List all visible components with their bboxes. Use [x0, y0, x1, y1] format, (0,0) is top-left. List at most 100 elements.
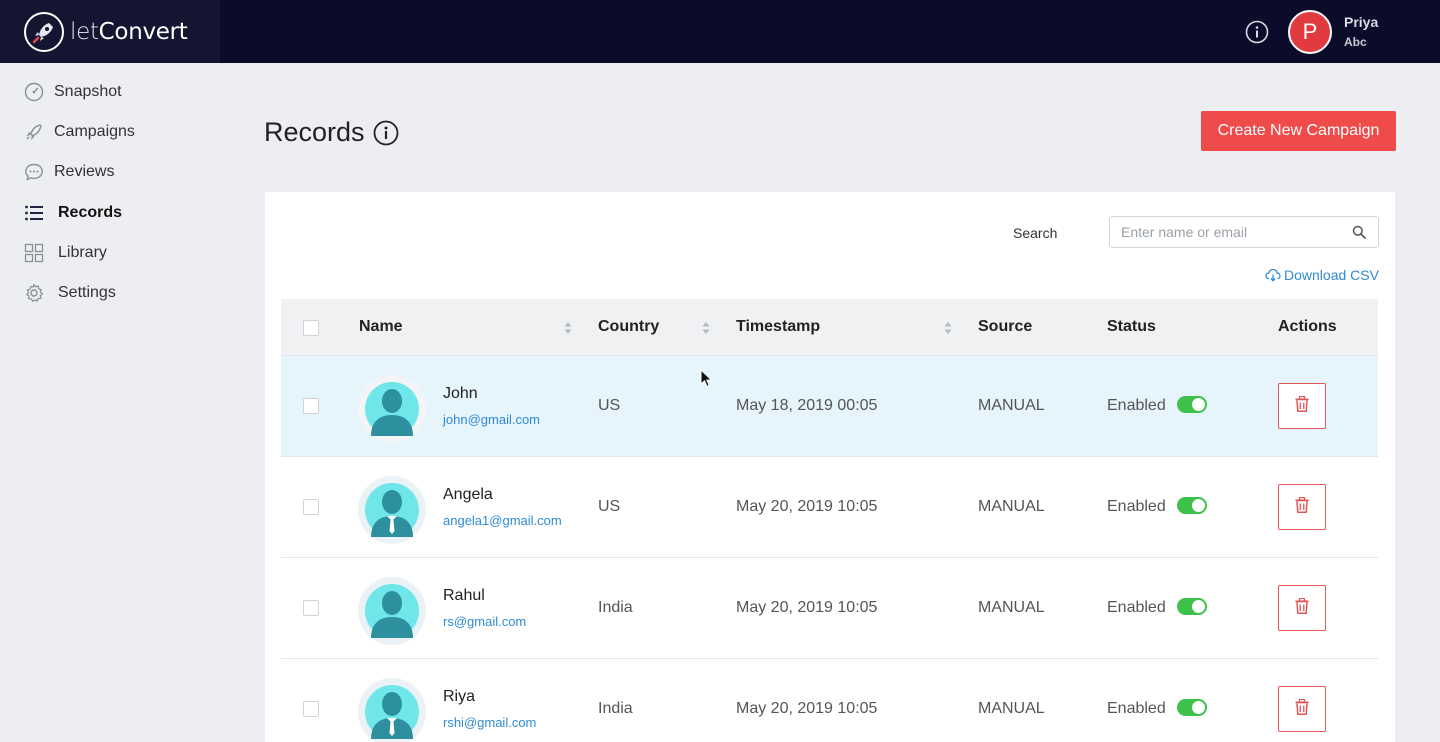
download-csv-link[interactable]: Download CSV [1265, 267, 1379, 283]
trash-icon [1295, 698, 1309, 720]
chat-bubble-icon [24, 162, 44, 182]
record-source: MANUAL [978, 599, 1045, 616]
info-icon[interactable] [373, 120, 399, 146]
delete-button[interactable] [1278, 686, 1326, 732]
record-email[interactable]: john@gmail.com [443, 412, 540, 427]
record-name: Angela [443, 486, 493, 503]
user-initial: P [1302, 19, 1318, 44]
record-name: Rahul [443, 587, 485, 604]
sidebar-item-label: Campaigns [54, 123, 135, 140]
toggle-knob [1192, 701, 1205, 714]
sidebar-item-snapshot[interactable]: Snapshot [24, 80, 122, 104]
row-checkbox[interactable] [303, 600, 319, 616]
sidebar-item-records[interactable]: Records [24, 201, 122, 225]
row-checkbox[interactable] [303, 701, 319, 717]
record-country: India [598, 599, 633, 616]
trash-icon [1295, 597, 1309, 619]
gauge-icon [24, 82, 44, 102]
record-timestamp: May 20, 2019 10:05 [736, 599, 878, 616]
record-status: Enabled [1107, 599, 1166, 616]
record-country: US [598, 498, 621, 515]
logo[interactable]: letConvert [0, 0, 220, 63]
record-timestamp: May 20, 2019 10:05 [736, 498, 878, 515]
delete-button[interactable] [1278, 484, 1326, 530]
sort-icon[interactable] [564, 321, 572, 335]
status-toggle[interactable] [1177, 598, 1207, 615]
delete-button[interactable] [1278, 585, 1326, 631]
cloud-download-icon [1265, 268, 1281, 282]
sidebar-item-label: Records [58, 204, 123, 221]
record-timestamp: May 18, 2019 00:05 [736, 397, 878, 414]
mouse-cursor-icon [700, 368, 714, 389]
table-row[interactable]: Angela angela1@gmail.com US May 20, 2019… [281, 457, 1378, 558]
table-row[interactable]: Riya rshi@gmail.com India May 20, 2019 1… [281, 659, 1378, 742]
page-title: Records [264, 117, 399, 148]
sidebar-item-reviews[interactable]: Reviews [24, 160, 114, 184]
list-icon [24, 203, 44, 223]
search-input[interactable] [1121, 217, 1351, 247]
user-name[interactable]: Priya [1344, 14, 1378, 30]
record-country: India [598, 700, 633, 717]
trash-icon [1295, 395, 1309, 417]
rocket-logo-icon [24, 11, 64, 52]
sidebar-item-label: Library [58, 244, 107, 261]
column-header-source: Source [978, 318, 1033, 335]
person-avatar [357, 576, 427, 646]
row-checkbox[interactable] [303, 398, 319, 414]
record-status: Enabled [1107, 397, 1166, 414]
page-title-text: Records [264, 117, 365, 147]
record-status: Enabled [1107, 498, 1166, 515]
column-header-timestamp[interactable]: Timestamp [736, 318, 820, 336]
rocket-icon [24, 122, 44, 142]
record-source: MANUAL [978, 700, 1045, 717]
search-box [1109, 216, 1379, 248]
record-email[interactable]: rs@gmail.com [443, 614, 526, 629]
record-email[interactable]: angela1@gmail.com [443, 513, 562, 528]
person-tie-avatar [357, 475, 427, 545]
table-header: Name Country Timestamp Source Status Act… [281, 299, 1378, 356]
create-new-campaign-button[interactable]: Create New Campaign [1201, 111, 1396, 151]
logo-text-bold: Convert [98, 18, 188, 45]
table-row[interactable]: John john@gmail.com US May 18, 2019 00:0… [281, 356, 1378, 457]
trash-icon [1295, 496, 1309, 518]
record-name: John [443, 385, 478, 402]
record-country: US [598, 397, 621, 414]
select-all-checkbox[interactable] [303, 320, 319, 336]
sort-icon[interactable] [944, 321, 952, 335]
search-icon[interactable] [1352, 225, 1366, 239]
logo-text-light: let [70, 18, 99, 45]
person-avatar [357, 374, 427, 444]
column-header-actions: Actions [1278, 318, 1337, 335]
top-bar: letConvert P Priya Abc [0, 0, 1440, 63]
sidebar-item-label: Reviews [54, 163, 115, 180]
record-timestamp: May 20, 2019 10:05 [736, 700, 878, 717]
info-icon[interactable] [1245, 20, 1269, 44]
delete-button[interactable] [1278, 383, 1326, 429]
column-header-country[interactable]: Country [598, 318, 659, 336]
row-checkbox[interactable] [303, 499, 319, 515]
status-toggle[interactable] [1177, 497, 1207, 514]
sidebar-item-settings[interactable]: Settings [24, 281, 116, 305]
sidebar-item-campaigns[interactable]: Campaigns [24, 120, 135, 144]
grid-icon [24, 243, 44, 263]
sort-icon[interactable] [702, 321, 710, 335]
gear-icon [24, 283, 44, 303]
record-name: Riya [443, 688, 476, 705]
status-toggle[interactable] [1177, 699, 1207, 716]
record-email[interactable]: rshi@gmail.com [443, 715, 536, 730]
table-row[interactable]: Rahul rs@gmail.com India May 20, 2019 10… [281, 558, 1378, 659]
sidebar-item-library[interactable]: Library [24, 241, 107, 265]
user-avatar[interactable]: P [1288, 10, 1332, 54]
record-source: MANUAL [978, 397, 1045, 414]
user-organization: Abc [1344, 35, 1367, 49]
record-status: Enabled [1107, 700, 1166, 717]
column-header-name[interactable]: Name [359, 318, 403, 336]
toggle-knob [1192, 600, 1205, 613]
record-source: MANUAL [978, 498, 1045, 515]
status-toggle[interactable] [1177, 396, 1207, 413]
toggle-knob [1192, 499, 1205, 512]
search-label: Search [1013, 225, 1058, 241]
toggle-knob [1192, 398, 1205, 411]
sidebar-item-label: Settings [58, 284, 116, 301]
column-header-status: Status [1107, 318, 1156, 335]
